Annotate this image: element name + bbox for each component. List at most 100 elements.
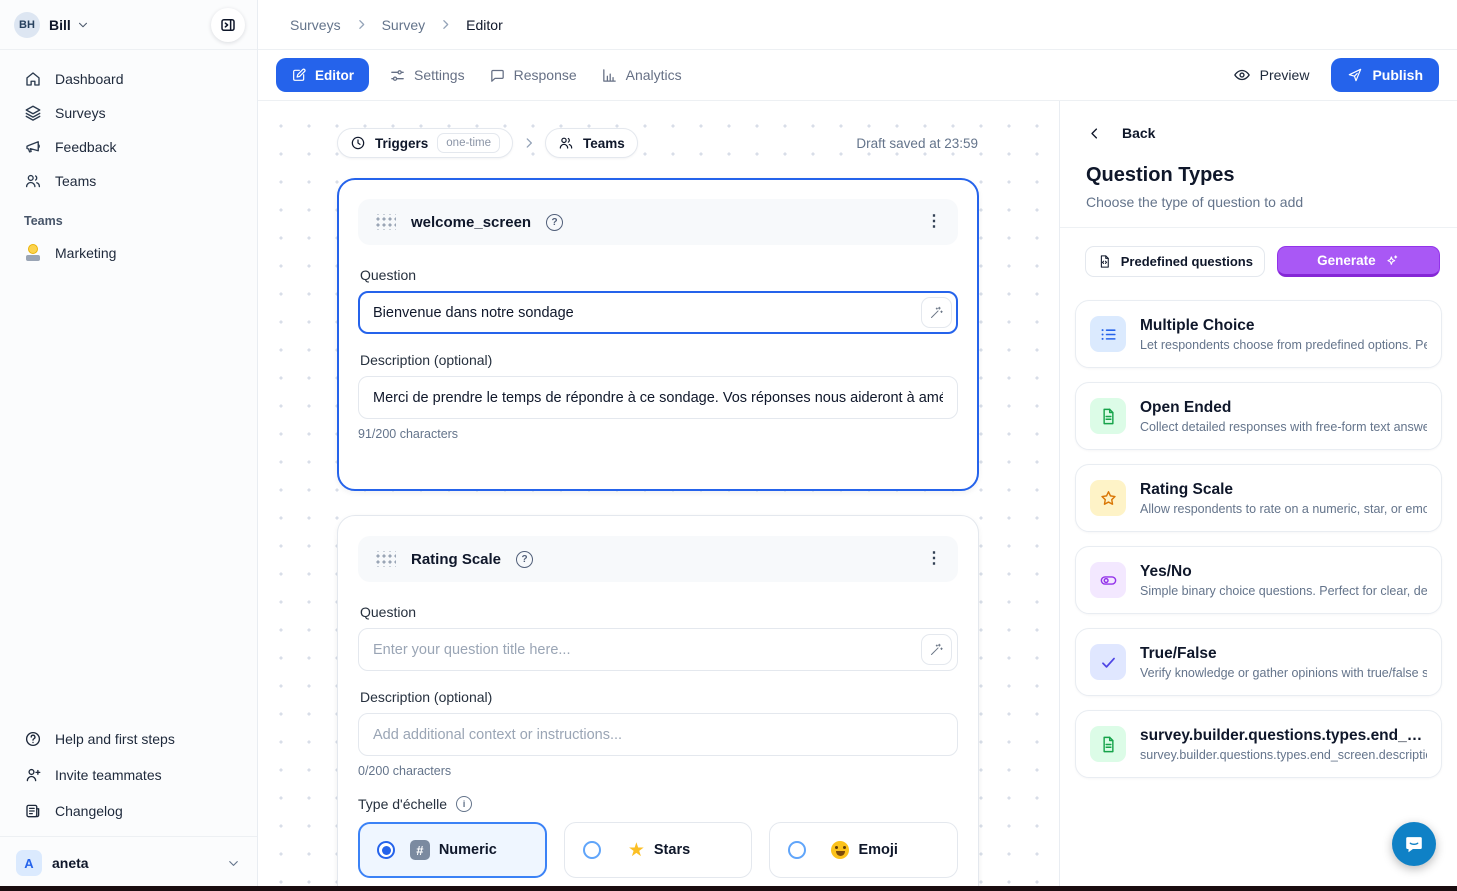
- teams-chip[interactable]: Teams: [545, 128, 638, 158]
- question-label: Question: [360, 604, 956, 620]
- document-icon: [1090, 726, 1126, 762]
- breadcrumb-editor: Editor: [466, 17, 503, 33]
- chat-bubble-icon: [489, 67, 506, 84]
- type-description: survey.builder.questions.types.end_scree…: [1140, 748, 1427, 762]
- drag-handle-icon[interactable]: [374, 214, 396, 230]
- type-card-yes-no[interactable]: Yes/No Simple binary choice questions. P…: [1075, 546, 1442, 614]
- magic-wand-icon: [929, 642, 944, 657]
- question-title-input[interactable]: [358, 291, 958, 334]
- chevron-right-icon: [522, 136, 536, 150]
- sidebar-item-surveys[interactable]: Surveys: [0, 96, 257, 130]
- sliders-icon: [389, 67, 406, 84]
- tab-response[interactable]: Response: [489, 67, 577, 84]
- radio-selected-icon[interactable]: [377, 841, 395, 859]
- publish-label: Publish: [1372, 67, 1423, 83]
- tab-settings[interactable]: Settings: [389, 67, 465, 84]
- breadcrumb-survey[interactable]: Survey: [382, 17, 426, 33]
- workspace-avatar[interactable]: BH: [14, 12, 40, 38]
- screen-edge: [0, 886, 1457, 891]
- scale-option-numeric[interactable]: # Numeric: [358, 822, 547, 878]
- sidebar-nav: Dashboard Surveys Feedback Teams: [0, 50, 257, 198]
- chat-launcher-button[interactable]: [1392, 822, 1436, 866]
- panel-actions: Predefined questions Generate: [1085, 246, 1440, 277]
- nav-label: Surveys: [55, 105, 106, 121]
- tab-editor[interactable]: Editor: [276, 58, 369, 92]
- kebab-menu-icon[interactable]: ⋮: [926, 214, 942, 230]
- workspace-name[interactable]: Bill: [49, 17, 71, 33]
- users-icon: [24, 172, 42, 190]
- preview-button[interactable]: Preview: [1233, 66, 1310, 84]
- type-card-rating-scale[interactable]: Rating Scale Allow respondents to rate o…: [1075, 464, 1442, 532]
- question-card-rating-scale[interactable]: Rating Scale ? ⋮ Question Description (o…: [337, 515, 979, 891]
- technologist-emoji-icon: [24, 244, 42, 262]
- type-title: True/False: [1140, 645, 1427, 663]
- type-card-end-screen[interactable]: survey.builder.questions.types.end_scr..…: [1075, 710, 1442, 778]
- question-title-input[interactable]: [358, 628, 958, 671]
- app-window: BH Bill Dashboard Surv: [0, 0, 1457, 891]
- panel-subtitle: Choose the type of question to add: [1086, 194, 1303, 210]
- sidebar-item-team-marketing[interactable]: Marketing: [0, 236, 257, 270]
- question-label: Question: [360, 267, 956, 283]
- breadcrumb-surveys[interactable]: Surveys: [290, 17, 341, 33]
- star-icon: [1090, 480, 1126, 516]
- character-counter: 0/200 characters: [358, 764, 958, 778]
- teams-section-label: Teams: [0, 198, 257, 236]
- triggers-chip[interactable]: Triggers one-time: [337, 128, 513, 158]
- toggle-icon: [1090, 562, 1126, 598]
- sidebar-item-invite[interactable]: Invite teammates: [0, 757, 257, 793]
- sidebar-item-changelog[interactable]: Changelog: [0, 793, 257, 829]
- sidebar-item-dashboard[interactable]: Dashboard: [0, 62, 257, 96]
- type-card-true-false[interactable]: True/False Verify knowledge or gather op…: [1075, 628, 1442, 696]
- option-label: Emoji: [858, 842, 897, 858]
- predefined-questions-button[interactable]: Predefined questions: [1085, 246, 1265, 277]
- smiley-emoji-icon: [831, 841, 849, 859]
- back-label: Back: [1122, 125, 1155, 141]
- team-label: Marketing: [55, 245, 116, 261]
- sidebar-item-feedback[interactable]: Feedback: [0, 130, 257, 164]
- tab-label: Analytics: [626, 67, 682, 83]
- tab-analytics[interactable]: Analytics: [601, 67, 682, 84]
- question-card-welcome-screen[interactable]: welcome_screen ? ⋮ Question Description …: [337, 178, 979, 491]
- help-icon[interactable]: ?: [546, 214, 563, 231]
- magic-wand-button[interactable]: [921, 297, 952, 328]
- radio-icon[interactable]: [788, 841, 806, 859]
- layers-icon: [24, 104, 42, 122]
- breadcrumb: Surveys Survey Editor: [258, 0, 1457, 50]
- type-description: Allow respondents to rate on a numeric, …: [1140, 502, 1427, 516]
- generate-label: Generate: [1317, 253, 1376, 268]
- sidebar-footer: Help and first steps Invite teammates Ch…: [0, 721, 257, 885]
- tab-label: Response: [514, 67, 577, 83]
- scale-option-stars[interactable]: ★ Stars: [564, 822, 753, 878]
- chevron-down-icon: [226, 856, 241, 871]
- generate-button[interactable]: Generate: [1277, 246, 1440, 277]
- question-description-input[interactable]: [358, 376, 958, 419]
- type-card-open-ended[interactable]: Open Ended Collect detailed responses wi…: [1075, 382, 1442, 450]
- account-menu[interactable]: A aneta: [0, 841, 257, 885]
- drag-handle-icon[interactable]: [374, 551, 396, 567]
- changelog-icon: [24, 802, 42, 820]
- type-card-multiple-choice[interactable]: Multiple Choice Let respondents choose f…: [1075, 300, 1442, 368]
- info-icon[interactable]: i: [456, 796, 472, 812]
- radio-icon[interactable]: [583, 841, 601, 859]
- trigger-type-badge: one-time: [437, 133, 500, 153]
- eye-icon: [1233, 66, 1251, 84]
- triggers-label: Triggers: [375, 136, 428, 151]
- magic-wand-icon: [929, 305, 944, 320]
- sidebar-collapse-button[interactable]: [211, 8, 245, 42]
- scale-option-emoji[interactable]: Emoji: [769, 822, 958, 878]
- bar-chart-icon: [601, 67, 618, 84]
- star-emoji-icon: ★: [628, 841, 645, 860]
- back-button[interactable]: Back: [1087, 125, 1155, 141]
- kebab-menu-icon[interactable]: ⋮: [926, 551, 942, 567]
- publish-button[interactable]: Publish: [1331, 58, 1439, 92]
- help-icon[interactable]: ?: [516, 551, 533, 568]
- sidebar-item-teams[interactable]: Teams: [0, 164, 257, 198]
- sidebar-item-help[interactable]: Help and first steps: [0, 721, 257, 757]
- question-description-input[interactable]: [358, 713, 958, 756]
- chevron-down-icon: [76, 18, 90, 32]
- teams-chip-label: Teams: [583, 136, 625, 151]
- panel-title: Question Types: [1086, 164, 1235, 187]
- magic-wand-button[interactable]: [921, 634, 952, 665]
- nav-label: Teams: [55, 173, 96, 189]
- divider: [0, 836, 257, 837]
